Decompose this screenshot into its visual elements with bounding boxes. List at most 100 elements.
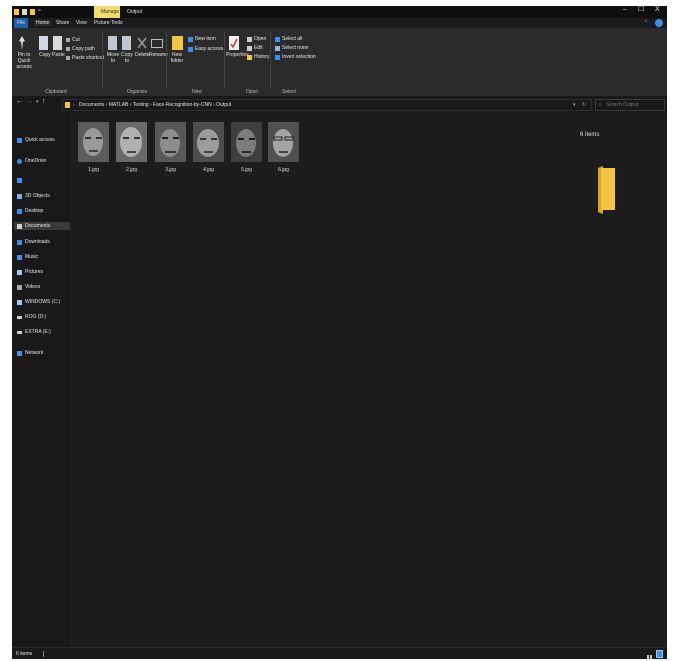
address-field[interactable]: › Documents › MATLAB › Testing › Face-Re…	[62, 99, 592, 111]
copy-to-icon[interactable]	[122, 36, 131, 50]
rename-icon[interactable]	[151, 39, 163, 48]
breadcrumb-matlab[interactable]: MATLAB	[109, 102, 129, 108]
nav-item-quick-access[interactable]: Quick access	[17, 136, 55, 144]
nav-item-3d-objects[interactable]: 3D Objects	[17, 192, 50, 200]
details-view-icon[interactable]	[647, 650, 653, 659]
new-group-label: New	[191, 89, 202, 95]
file-name: 5.jpg	[241, 167, 252, 173]
file-item-6[interactable]: 6.jpg	[268, 122, 299, 173]
address-dropdown-icon[interactable]: ▾	[573, 102, 576, 108]
tab-share[interactable]: Share	[56, 20, 69, 26]
thumbnail-face-image	[268, 122, 299, 162]
minimize-button[interactable]: –	[623, 6, 627, 13]
ribbon-collapse-icon[interactable]: ^	[645, 20, 647, 26]
breadcrumb-face-recognition[interactable]: Face-Recognition-by-CNN	[153, 102, 212, 108]
close-button[interactable]: X	[655, 6, 660, 13]
edit-button[interactable]: Edit	[254, 45, 263, 51]
thumbnail-face-image	[155, 122, 186, 162]
nav-item-downloads[interactable]: Downloads	[17, 238, 50, 246]
move-to-button[interactable]: Move to	[106, 52, 120, 64]
nav-item-pictures[interactable]: Pictures	[17, 268, 43, 276]
help-icon[interactable]	[655, 19, 663, 27]
copy-path-button[interactable]: Copy path	[72, 46, 95, 52]
recent-dropdown-icon[interactable]: ▾	[36, 99, 39, 105]
select-all-button[interactable]: Select all	[282, 36, 302, 42]
nav-item-music[interactable]: Music	[17, 253, 38, 261]
tab-home[interactable]: Home	[34, 20, 52, 26]
tab-view[interactable]: View	[76, 20, 87, 26]
nav-item-extra-e[interactable]: EXTRA (E:)	[17, 328, 51, 336]
new-folder-icon[interactable]	[172, 36, 183, 50]
pin-quick-access-button[interactable]: Pin to Quick access	[13, 52, 35, 70]
thumbnail-face-image	[231, 122, 262, 162]
history-button[interactable]: History	[254, 54, 270, 60]
nav-item-label: EXTRA (E:)	[25, 329, 51, 335]
nav-item-this-pc[interactable]	[17, 176, 22, 184]
context-tab-manage[interactable]: Manage	[94, 6, 120, 18]
paste-button[interactable]: Paste	[52, 52, 65, 58]
status-separator	[43, 651, 44, 657]
tab-file[interactable]: File	[14, 18, 28, 28]
copy-to-button[interactable]: Copy to	[120, 52, 134, 64]
maximize-button[interactable]: ☐	[638, 6, 644, 13]
new-folder-qat-icon[interactable]	[30, 9, 35, 15]
file-item-4[interactable]: 4.jpg	[193, 122, 224, 173]
easy-access-button[interactable]: Easy access	[195, 46, 223, 52]
up-arrow-icon[interactable]: ↑	[42, 98, 46, 105]
new-folder-button[interactable]: New folder	[170, 52, 184, 64]
copy-button[interactable]: Copy	[39, 52, 51, 58]
pin-icon[interactable]	[18, 36, 26, 50]
nav-item-label: Downloads	[25, 239, 50, 245]
delete-icon[interactable]	[137, 36, 147, 50]
forward-arrow-icon[interactable]: →	[26, 98, 33, 105]
file-item-3[interactable]: 3.jpg	[155, 122, 186, 173]
nav-item-label: 3D Objects	[25, 193, 50, 199]
breadcrumb-testing[interactable]: Testing	[133, 102, 149, 108]
thumbnail-face-image	[78, 122, 109, 162]
open-button[interactable]: Open	[254, 36, 266, 42]
nav-item-videos[interactable]: Videos	[17, 283, 40, 291]
move-to-icon[interactable]	[108, 36, 117, 50]
properties-button[interactable]: Properties	[226, 52, 249, 58]
nav-item-label: OneDrive	[25, 158, 47, 164]
cut-button[interactable]: Cut	[72, 37, 80, 43]
invert-selection-button[interactable]: Invert selection	[282, 54, 316, 60]
delete-button[interactable]: Delete	[135, 52, 149, 58]
breadcrumb-root-chevron[interactable]: ›	[73, 102, 75, 108]
nav-item-windows-c[interactable]: WINDOWS (C:)	[17, 298, 60, 306]
star-icon	[17, 137, 22, 143]
select-all-icon	[275, 37, 280, 42]
nav-item-label: ROG (D:)	[25, 314, 47, 320]
preview-folder-icon	[598, 166, 615, 214]
breadcrumb-documents[interactable]: Documents	[79, 102, 104, 108]
large-icons-view-icon[interactable]	[656, 650, 663, 658]
copy-icon[interactable]	[39, 36, 48, 50]
breadcrumb-output[interactable]: Output	[216, 102, 231, 108]
nav-item-label: Videos	[25, 284, 41, 290]
tab-picture-tools[interactable]: Picture Tools	[94, 20, 123, 26]
file-item-2[interactable]: 2.jpg	[116, 122, 147, 173]
nav-item-onedrive[interactable]: OneDrive	[17, 157, 46, 165]
paste-icon[interactable]	[53, 36, 62, 50]
nav-item-network[interactable]: Network	[17, 349, 43, 357]
nav-item-desktop[interactable]: Desktop	[17, 207, 43, 215]
file-item-5[interactable]: 5.jpg	[231, 122, 262, 173]
nav-item-documents[interactable]: Documents	[14, 222, 73, 230]
properties-icon[interactable]	[229, 36, 239, 50]
window-title: Output	[127, 9, 143, 15]
nav-item-rog-d[interactable]: ROG (D:)	[17, 313, 46, 321]
back-arrow-icon[interactable]: ←	[16, 98, 23, 105]
paste-shortcut-button[interactable]: Paste shortcut	[72, 55, 104, 61]
new-item-button[interactable]: New item	[195, 36, 216, 42]
file-item-1[interactable]: 1.jpg	[78, 122, 109, 173]
document-icon	[17, 223, 22, 229]
download-icon	[17, 239, 22, 245]
select-none-button[interactable]: Select none	[282, 45, 308, 51]
search-input[interactable]: ⌕ Search Output	[595, 99, 665, 111]
network-icon	[17, 350, 22, 356]
file-name: 4.jpg	[203, 167, 214, 173]
properties-qat-icon[interactable]	[22, 9, 27, 15]
qat-dropdown-icon[interactable]: =	[38, 8, 41, 14]
breadcrumb: Documents › MATLAB › Testing › Face-Reco…	[79, 102, 232, 108]
refresh-icon[interactable]: ↻	[582, 102, 586, 108]
